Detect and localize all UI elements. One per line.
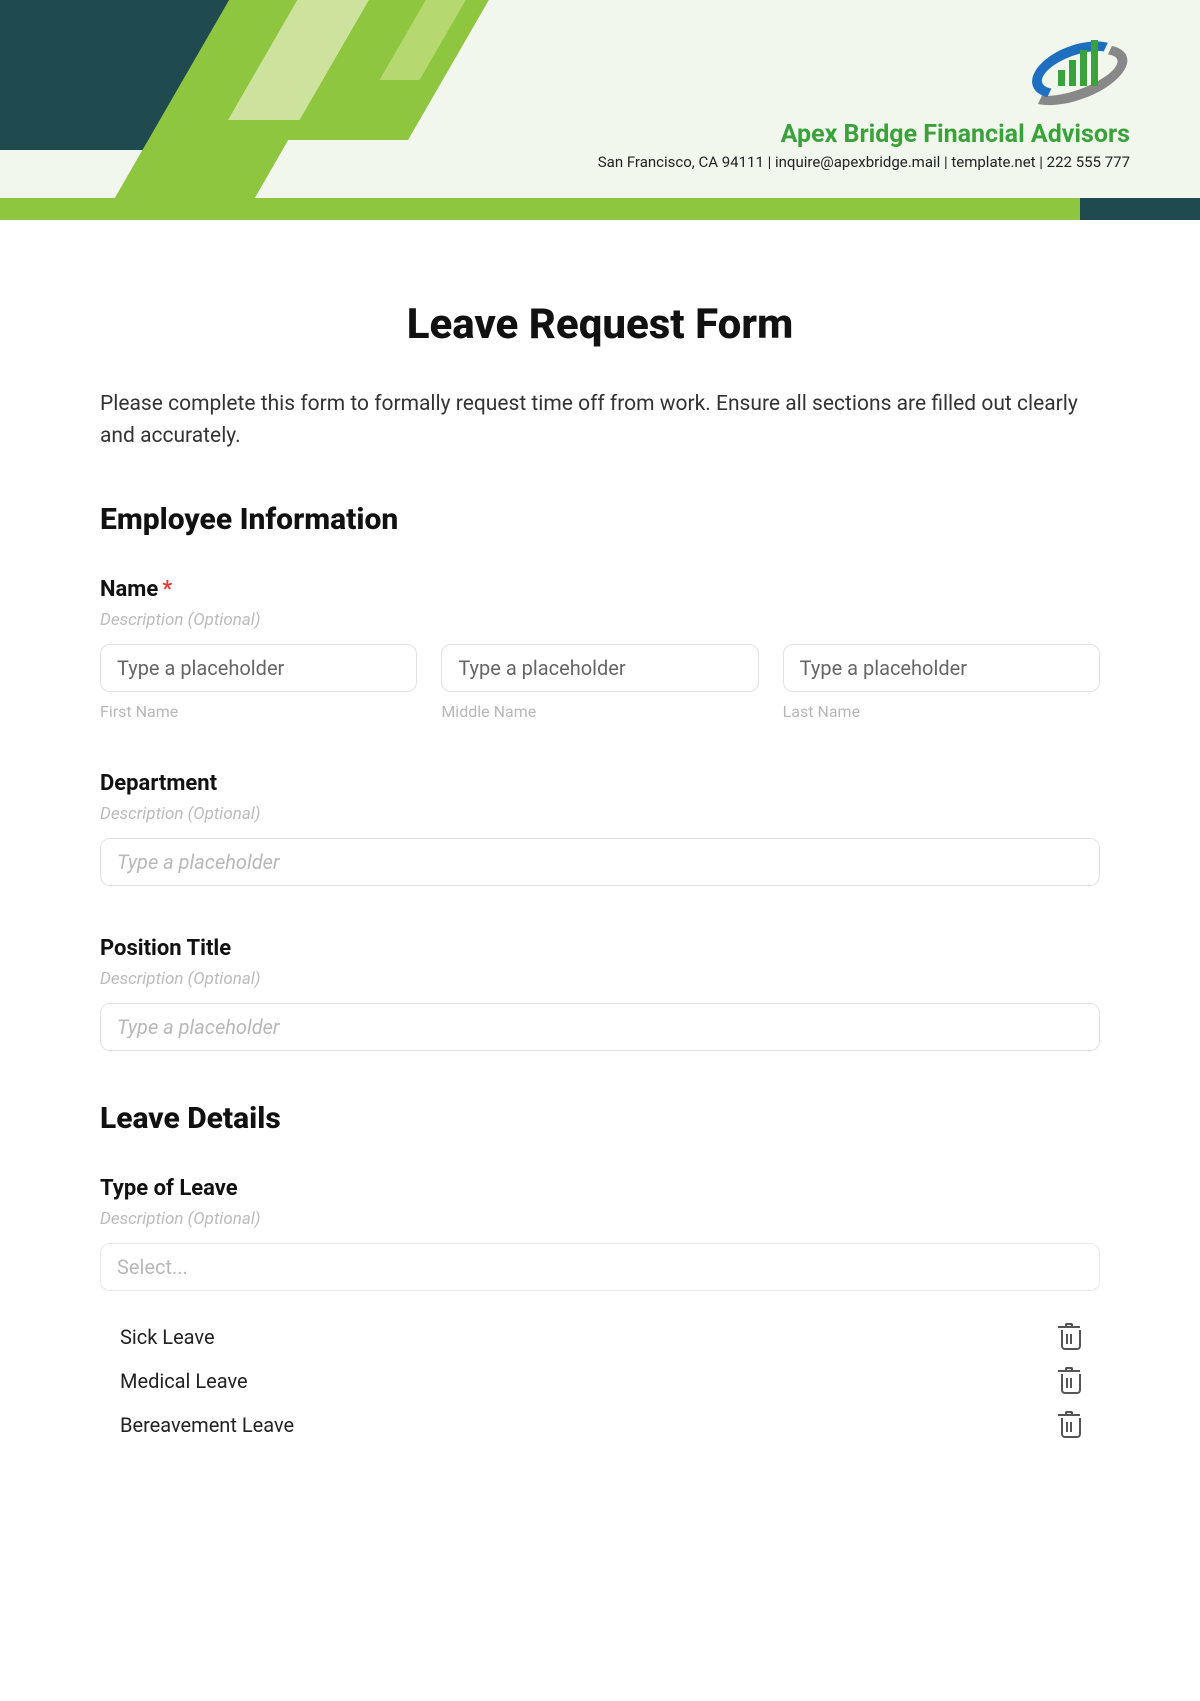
trash-icon[interactable] [1058, 1325, 1080, 1349]
field-department: Department Description (Optional) [100, 771, 1100, 886]
page-title: Leave Request Form [100, 300, 1100, 349]
leave-type-option[interactable]: Sick Leave [100, 1315, 1100, 1359]
department-description: Description (Optional) [100, 804, 1100, 824]
leave-type-label: Type of Leave [100, 1176, 1100, 1201]
department-input[interactable] [100, 838, 1100, 886]
last-name-input[interactable] [783, 644, 1100, 692]
company-block: Apex Bridge Financial Advisors San Franc… [598, 30, 1130, 171]
intro-text: Please complete this form to formally re… [100, 389, 1100, 452]
header-bottom-bar [0, 198, 1200, 220]
position-label: Position Title [100, 936, 1100, 961]
header-bottom-bar-tail [1080, 198, 1200, 220]
leave-type-options: Sick Leave Medical Leave Bereavement Lea… [100, 1315, 1100, 1447]
option-label: Medical Leave [120, 1369, 248, 1393]
option-label: Sick Leave [120, 1325, 215, 1349]
first-name-input[interactable] [100, 644, 417, 692]
trash-icon[interactable] [1058, 1413, 1080, 1437]
section-leave-details: Leave Details [100, 1101, 1100, 1136]
leave-type-option[interactable]: Bereavement Leave [100, 1403, 1100, 1447]
section-employee-info: Employee Information [100, 502, 1100, 537]
leave-type-option[interactable]: Medical Leave [100, 1359, 1100, 1403]
middle-name-sublabel: Middle Name [441, 702, 758, 721]
leave-type-select[interactable]: Select... [100, 1243, 1100, 1291]
option-label: Bereavement Leave [120, 1413, 294, 1437]
company-name: Apex Bridge Financial Advisors [598, 120, 1130, 149]
company-logo [1020, 30, 1130, 110]
field-position: Position Title Description (Optional) [100, 936, 1100, 1051]
company-contact-line: San Francisco, CA 94111 | inquire@apexbr… [598, 153, 1130, 171]
middle-name-input[interactable] [441, 644, 758, 692]
position-input[interactable] [100, 1003, 1100, 1051]
field-name: Name * Description (Optional) First Name… [100, 577, 1100, 721]
department-label: Department [100, 771, 1100, 796]
first-name-sublabel: First Name [100, 702, 417, 721]
field-leave-type: Type of Leave Description (Optional) Sel… [100, 1176, 1100, 1447]
trash-icon[interactable] [1058, 1369, 1080, 1393]
leave-type-select-placeholder: Select... [117, 1255, 188, 1279]
logo-bars-icon [1058, 38, 1098, 86]
name-label: Name [100, 577, 158, 602]
position-description: Description (Optional) [100, 969, 1100, 989]
last-name-sublabel: Last Name [783, 702, 1100, 721]
name-description: Description (Optional) [100, 610, 1100, 630]
required-marker: * [162, 577, 172, 602]
leave-type-description: Description (Optional) [100, 1209, 1100, 1229]
letterhead: Apex Bridge Financial Advisors San Franc… [0, 0, 1200, 220]
